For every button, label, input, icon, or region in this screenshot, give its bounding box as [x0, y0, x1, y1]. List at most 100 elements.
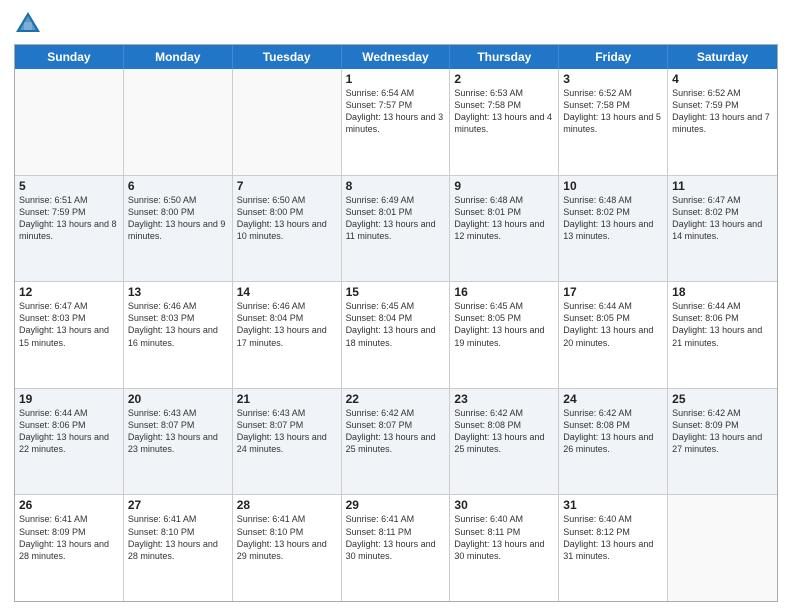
calendar-cell: 25Sunrise: 6:42 AM Sunset: 8:09 PM Dayli… — [668, 389, 777, 495]
calendar-cell: 12Sunrise: 6:47 AM Sunset: 8:03 PM Dayli… — [15, 282, 124, 388]
day-number: 20 — [128, 392, 228, 406]
day-number: 27 — [128, 498, 228, 512]
day-info: Sunrise: 6:47 AM Sunset: 8:02 PM Dayligh… — [672, 194, 773, 243]
calendar-cell: 20Sunrise: 6:43 AM Sunset: 8:07 PM Dayli… — [124, 389, 233, 495]
day-number: 16 — [454, 285, 554, 299]
day-number: 13 — [128, 285, 228, 299]
day-number: 9 — [454, 179, 554, 193]
day-info: Sunrise: 6:53 AM Sunset: 7:58 PM Dayligh… — [454, 87, 554, 136]
calendar-cell: 3Sunrise: 6:52 AM Sunset: 7:58 PM Daylig… — [559, 69, 668, 175]
header — [14, 10, 778, 38]
calendar-row: 19Sunrise: 6:44 AM Sunset: 8:06 PM Dayli… — [15, 389, 777, 496]
day-number: 28 — [237, 498, 337, 512]
day-info: Sunrise: 6:43 AM Sunset: 8:07 PM Dayligh… — [237, 407, 337, 456]
calendar-cell: 15Sunrise: 6:45 AM Sunset: 8:04 PM Dayli… — [342, 282, 451, 388]
day-info: Sunrise: 6:44 AM Sunset: 8:05 PM Dayligh… — [563, 300, 663, 349]
day-info: Sunrise: 6:45 AM Sunset: 8:05 PM Dayligh… — [454, 300, 554, 349]
calendar-cell: 8Sunrise: 6:49 AM Sunset: 8:01 PM Daylig… — [342, 176, 451, 282]
day-number: 25 — [672, 392, 773, 406]
calendar-cell: 31Sunrise: 6:40 AM Sunset: 8:12 PM Dayli… — [559, 495, 668, 601]
day-info: Sunrise: 6:52 AM Sunset: 7:59 PM Dayligh… — [672, 87, 773, 136]
day-info: Sunrise: 6:46 AM Sunset: 8:04 PM Dayligh… — [237, 300, 337, 349]
day-number: 6 — [128, 179, 228, 193]
calendar-cell — [233, 69, 342, 175]
cal-header-cell: Tuesday — [233, 45, 342, 69]
calendar-cell: 1Sunrise: 6:54 AM Sunset: 7:57 PM Daylig… — [342, 69, 451, 175]
day-info: Sunrise: 6:52 AM Sunset: 7:58 PM Dayligh… — [563, 87, 663, 136]
calendar-cell: 6Sunrise: 6:50 AM Sunset: 8:00 PM Daylig… — [124, 176, 233, 282]
day-info: Sunrise: 6:45 AM Sunset: 8:04 PM Dayligh… — [346, 300, 446, 349]
cal-header-cell: Wednesday — [342, 45, 451, 69]
calendar-cell: 29Sunrise: 6:41 AM Sunset: 8:11 PM Dayli… — [342, 495, 451, 601]
day-number: 17 — [563, 285, 663, 299]
day-info: Sunrise: 6:44 AM Sunset: 8:06 PM Dayligh… — [19, 407, 119, 456]
day-number: 30 — [454, 498, 554, 512]
calendar-row: 1Sunrise: 6:54 AM Sunset: 7:57 PM Daylig… — [15, 69, 777, 176]
cal-header-cell: Friday — [559, 45, 668, 69]
day-info: Sunrise: 6:42 AM Sunset: 8:09 PM Dayligh… — [672, 407, 773, 456]
day-number: 15 — [346, 285, 446, 299]
calendar-cell: 11Sunrise: 6:47 AM Sunset: 8:02 PM Dayli… — [668, 176, 777, 282]
day-info: Sunrise: 6:50 AM Sunset: 8:00 PM Dayligh… — [237, 194, 337, 243]
calendar-row: 5Sunrise: 6:51 AM Sunset: 7:59 PM Daylig… — [15, 176, 777, 283]
calendar-cell: 22Sunrise: 6:42 AM Sunset: 8:07 PM Dayli… — [342, 389, 451, 495]
day-number: 5 — [19, 179, 119, 193]
day-info: Sunrise: 6:42 AM Sunset: 8:08 PM Dayligh… — [563, 407, 663, 456]
calendar-cell: 30Sunrise: 6:40 AM Sunset: 8:11 PM Dayli… — [450, 495, 559, 601]
calendar-cell: 13Sunrise: 6:46 AM Sunset: 8:03 PM Dayli… — [124, 282, 233, 388]
calendar-cell: 16Sunrise: 6:45 AM Sunset: 8:05 PM Dayli… — [450, 282, 559, 388]
calendar-cell: 14Sunrise: 6:46 AM Sunset: 8:04 PM Dayli… — [233, 282, 342, 388]
cal-header-cell: Monday — [124, 45, 233, 69]
day-number: 11 — [672, 179, 773, 193]
calendar-cell: 23Sunrise: 6:42 AM Sunset: 8:08 PM Dayli… — [450, 389, 559, 495]
day-number: 18 — [672, 285, 773, 299]
day-info: Sunrise: 6:47 AM Sunset: 8:03 PM Dayligh… — [19, 300, 119, 349]
day-info: Sunrise: 6:42 AM Sunset: 8:08 PM Dayligh… — [454, 407, 554, 456]
day-info: Sunrise: 6:40 AM Sunset: 8:11 PM Dayligh… — [454, 513, 554, 562]
day-info: Sunrise: 6:48 AM Sunset: 8:01 PM Dayligh… — [454, 194, 554, 243]
day-number: 29 — [346, 498, 446, 512]
cal-header-cell: Sunday — [15, 45, 124, 69]
day-info: Sunrise: 6:41 AM Sunset: 8:09 PM Dayligh… — [19, 513, 119, 562]
calendar-cell: 18Sunrise: 6:44 AM Sunset: 8:06 PM Dayli… — [668, 282, 777, 388]
cal-header-cell: Saturday — [668, 45, 777, 69]
day-info: Sunrise: 6:41 AM Sunset: 8:11 PM Dayligh… — [346, 513, 446, 562]
day-info: Sunrise: 6:41 AM Sunset: 8:10 PM Dayligh… — [128, 513, 228, 562]
calendar-cell — [15, 69, 124, 175]
cal-header-cell: Thursday — [450, 45, 559, 69]
calendar-cell: 17Sunrise: 6:44 AM Sunset: 8:05 PM Dayli… — [559, 282, 668, 388]
day-number: 3 — [563, 72, 663, 86]
day-number: 8 — [346, 179, 446, 193]
day-info: Sunrise: 6:42 AM Sunset: 8:07 PM Dayligh… — [346, 407, 446, 456]
day-number: 10 — [563, 179, 663, 193]
day-number: 4 — [672, 72, 773, 86]
day-number: 21 — [237, 392, 337, 406]
day-number: 19 — [19, 392, 119, 406]
calendar-cell: 24Sunrise: 6:42 AM Sunset: 8:08 PM Dayli… — [559, 389, 668, 495]
calendar-cell: 27Sunrise: 6:41 AM Sunset: 8:10 PM Dayli… — [124, 495, 233, 601]
day-info: Sunrise: 6:50 AM Sunset: 8:00 PM Dayligh… — [128, 194, 228, 243]
calendar-cell: 28Sunrise: 6:41 AM Sunset: 8:10 PM Dayli… — [233, 495, 342, 601]
calendar-cell: 7Sunrise: 6:50 AM Sunset: 8:00 PM Daylig… — [233, 176, 342, 282]
day-info: Sunrise: 6:49 AM Sunset: 8:01 PM Dayligh… — [346, 194, 446, 243]
calendar-cell: 4Sunrise: 6:52 AM Sunset: 7:59 PM Daylig… — [668, 69, 777, 175]
calendar: SundayMondayTuesdayWednesdayThursdayFrid… — [14, 44, 778, 602]
calendar-body: 1Sunrise: 6:54 AM Sunset: 7:57 PM Daylig… — [15, 69, 777, 601]
calendar-cell: 2Sunrise: 6:53 AM Sunset: 7:58 PM Daylig… — [450, 69, 559, 175]
day-number: 14 — [237, 285, 337, 299]
calendar-cell: 5Sunrise: 6:51 AM Sunset: 7:59 PM Daylig… — [15, 176, 124, 282]
day-info: Sunrise: 6:43 AM Sunset: 8:07 PM Dayligh… — [128, 407, 228, 456]
logo-icon — [14, 10, 42, 38]
day-number: 22 — [346, 392, 446, 406]
calendar-cell: 9Sunrise: 6:48 AM Sunset: 8:01 PM Daylig… — [450, 176, 559, 282]
day-info: Sunrise: 6:51 AM Sunset: 7:59 PM Dayligh… — [19, 194, 119, 243]
day-number: 7 — [237, 179, 337, 193]
calendar-cell: 26Sunrise: 6:41 AM Sunset: 8:09 PM Dayli… — [15, 495, 124, 601]
day-number: 12 — [19, 285, 119, 299]
calendar-header-row: SundayMondayTuesdayWednesdayThursdayFrid… — [15, 45, 777, 69]
calendar-cell: 21Sunrise: 6:43 AM Sunset: 8:07 PM Dayli… — [233, 389, 342, 495]
day-number: 23 — [454, 392, 554, 406]
day-number: 2 — [454, 72, 554, 86]
calendar-cell: 19Sunrise: 6:44 AM Sunset: 8:06 PM Dayli… — [15, 389, 124, 495]
day-number: 26 — [19, 498, 119, 512]
